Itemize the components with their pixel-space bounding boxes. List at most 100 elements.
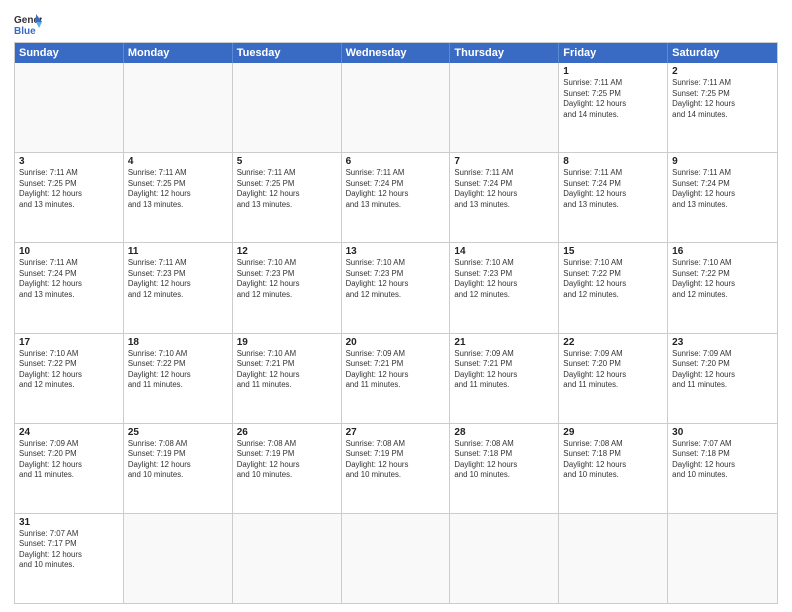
day-info: Sunrise: 7:09 AM Sunset: 7:21 PM Dayligh… (454, 349, 554, 391)
day-info: Sunrise: 7:11 AM Sunset: 7:24 PM Dayligh… (672, 168, 773, 210)
page: General Blue SundayMondayTuesdayWednesda… (0, 0, 792, 612)
calendar: SundayMondayTuesdayWednesdayThursdayFrid… (14, 42, 778, 604)
day-number: 14 (454, 246, 554, 257)
day-info: Sunrise: 7:10 AM Sunset: 7:21 PM Dayligh… (237, 349, 337, 391)
day-info: Sunrise: 7:11 AM Sunset: 7:24 PM Dayligh… (563, 168, 663, 210)
cal-cell-27: 27Sunrise: 7:08 AM Sunset: 7:19 PM Dayli… (342, 424, 451, 513)
cal-cell-18: 18Sunrise: 7:10 AM Sunset: 7:22 PM Dayli… (124, 334, 233, 423)
cal-cell-20: 20Sunrise: 7:09 AM Sunset: 7:21 PM Dayli… (342, 334, 451, 423)
cal-cell-6: 6Sunrise: 7:11 AM Sunset: 7:24 PM Daylig… (342, 153, 451, 242)
day-number: 9 (672, 156, 773, 167)
day-info: Sunrise: 7:10 AM Sunset: 7:22 PM Dayligh… (672, 258, 773, 300)
cal-cell-15: 15Sunrise: 7:10 AM Sunset: 7:22 PM Dayli… (559, 243, 668, 332)
day-info: Sunrise: 7:11 AM Sunset: 7:25 PM Dayligh… (19, 168, 119, 210)
day-info: Sunrise: 7:07 AM Sunset: 7:17 PM Dayligh… (19, 529, 119, 571)
cal-cell-23: 23Sunrise: 7:09 AM Sunset: 7:20 PM Dayli… (668, 334, 777, 423)
day-number: 20 (346, 337, 446, 348)
cal-cell-1: 1Sunrise: 7:11 AM Sunset: 7:25 PM Daylig… (559, 63, 668, 152)
day-number: 15 (563, 246, 663, 257)
cal-cell-29: 29Sunrise: 7:08 AM Sunset: 7:18 PM Dayli… (559, 424, 668, 513)
cal-cell-28: 28Sunrise: 7:08 AM Sunset: 7:18 PM Dayli… (450, 424, 559, 513)
cal-cell-empty-5-6 (668, 514, 777, 603)
day-number: 18 (128, 337, 228, 348)
cal-cell-25: 25Sunrise: 7:08 AM Sunset: 7:19 PM Dayli… (124, 424, 233, 513)
day-info: Sunrise: 7:10 AM Sunset: 7:23 PM Dayligh… (346, 258, 446, 300)
header-cell-saturday: Saturday (668, 43, 777, 63)
header-cell-tuesday: Tuesday (233, 43, 342, 63)
day-info: Sunrise: 7:08 AM Sunset: 7:19 PM Dayligh… (346, 439, 446, 481)
day-number: 11 (128, 246, 228, 257)
day-info: Sunrise: 7:11 AM Sunset: 7:24 PM Dayligh… (346, 168, 446, 210)
day-info: Sunrise: 7:10 AM Sunset: 7:22 PM Dayligh… (19, 349, 119, 391)
day-info: Sunrise: 7:11 AM Sunset: 7:24 PM Dayligh… (454, 168, 554, 210)
cal-cell-9: 9Sunrise: 7:11 AM Sunset: 7:24 PM Daylig… (668, 153, 777, 242)
day-number: 16 (672, 246, 773, 257)
cal-cell-empty-0-3 (342, 63, 451, 152)
logo: General Blue (14, 12, 46, 36)
header-cell-friday: Friday (559, 43, 668, 63)
day-number: 25 (128, 427, 228, 438)
day-number: 30 (672, 427, 773, 438)
day-info: Sunrise: 7:08 AM Sunset: 7:19 PM Dayligh… (237, 439, 337, 481)
week-row-4: 24Sunrise: 7:09 AM Sunset: 7:20 PM Dayli… (15, 423, 777, 513)
day-number: 2 (672, 66, 773, 77)
day-info: Sunrise: 7:11 AM Sunset: 7:24 PM Dayligh… (19, 258, 119, 300)
cal-cell-17: 17Sunrise: 7:10 AM Sunset: 7:22 PM Dayli… (15, 334, 124, 423)
cal-cell-12: 12Sunrise: 7:10 AM Sunset: 7:23 PM Dayli… (233, 243, 342, 332)
day-info: Sunrise: 7:11 AM Sunset: 7:25 PM Dayligh… (128, 168, 228, 210)
day-number: 23 (672, 337, 773, 348)
calendar-header-row: SundayMondayTuesdayWednesdayThursdayFrid… (15, 43, 777, 63)
cal-cell-empty-0-0 (15, 63, 124, 152)
cal-cell-empty-0-1 (124, 63, 233, 152)
cal-cell-empty-5-5 (559, 514, 668, 603)
day-number: 4 (128, 156, 228, 167)
week-row-5: 31Sunrise: 7:07 AM Sunset: 7:17 PM Dayli… (15, 513, 777, 603)
calendar-body: 1Sunrise: 7:11 AM Sunset: 7:25 PM Daylig… (15, 63, 777, 603)
cal-cell-24: 24Sunrise: 7:09 AM Sunset: 7:20 PM Dayli… (15, 424, 124, 513)
header-cell-thursday: Thursday (450, 43, 559, 63)
day-number: 22 (563, 337, 663, 348)
week-row-3: 17Sunrise: 7:10 AM Sunset: 7:22 PM Dayli… (15, 333, 777, 423)
cal-cell-2: 2Sunrise: 7:11 AM Sunset: 7:25 PM Daylig… (668, 63, 777, 152)
day-info: Sunrise: 7:10 AM Sunset: 7:23 PM Dayligh… (454, 258, 554, 300)
cal-cell-16: 16Sunrise: 7:10 AM Sunset: 7:22 PM Dayli… (668, 243, 777, 332)
day-info: Sunrise: 7:10 AM Sunset: 7:23 PM Dayligh… (237, 258, 337, 300)
day-number: 5 (237, 156, 337, 167)
day-info: Sunrise: 7:11 AM Sunset: 7:25 PM Dayligh… (563, 78, 663, 120)
cal-cell-13: 13Sunrise: 7:10 AM Sunset: 7:23 PM Dayli… (342, 243, 451, 332)
cal-cell-10: 10Sunrise: 7:11 AM Sunset: 7:24 PM Dayli… (15, 243, 124, 332)
cal-cell-30: 30Sunrise: 7:07 AM Sunset: 7:18 PM Dayli… (668, 424, 777, 513)
cal-cell-8: 8Sunrise: 7:11 AM Sunset: 7:24 PM Daylig… (559, 153, 668, 242)
day-number: 24 (19, 427, 119, 438)
cal-cell-21: 21Sunrise: 7:09 AM Sunset: 7:21 PM Dayli… (450, 334, 559, 423)
cal-cell-26: 26Sunrise: 7:08 AM Sunset: 7:19 PM Dayli… (233, 424, 342, 513)
cal-cell-empty-5-1 (124, 514, 233, 603)
cal-cell-empty-5-3 (342, 514, 451, 603)
day-info: Sunrise: 7:08 AM Sunset: 7:19 PM Dayligh… (128, 439, 228, 481)
day-info: Sunrise: 7:10 AM Sunset: 7:22 PM Dayligh… (128, 349, 228, 391)
cal-cell-4: 4Sunrise: 7:11 AM Sunset: 7:25 PM Daylig… (124, 153, 233, 242)
day-info: Sunrise: 7:10 AM Sunset: 7:22 PM Dayligh… (563, 258, 663, 300)
header-cell-sunday: Sunday (15, 43, 124, 63)
cal-cell-7: 7Sunrise: 7:11 AM Sunset: 7:24 PM Daylig… (450, 153, 559, 242)
day-number: 21 (454, 337, 554, 348)
day-info: Sunrise: 7:11 AM Sunset: 7:25 PM Dayligh… (237, 168, 337, 210)
week-row-1: 3Sunrise: 7:11 AM Sunset: 7:25 PM Daylig… (15, 152, 777, 242)
day-number: 19 (237, 337, 337, 348)
header: General Blue (14, 12, 778, 36)
day-info: Sunrise: 7:08 AM Sunset: 7:18 PM Dayligh… (563, 439, 663, 481)
day-number: 17 (19, 337, 119, 348)
cal-cell-5: 5Sunrise: 7:11 AM Sunset: 7:25 PM Daylig… (233, 153, 342, 242)
week-row-2: 10Sunrise: 7:11 AM Sunset: 7:24 PM Dayli… (15, 242, 777, 332)
cal-cell-3: 3Sunrise: 7:11 AM Sunset: 7:25 PM Daylig… (15, 153, 124, 242)
day-number: 31 (19, 517, 119, 528)
cal-cell-11: 11Sunrise: 7:11 AM Sunset: 7:23 PM Dayli… (124, 243, 233, 332)
cal-cell-empty-0-2 (233, 63, 342, 152)
day-number: 7 (454, 156, 554, 167)
cal-cell-19: 19Sunrise: 7:10 AM Sunset: 7:21 PM Dayli… (233, 334, 342, 423)
cal-cell-14: 14Sunrise: 7:10 AM Sunset: 7:23 PM Dayli… (450, 243, 559, 332)
cal-cell-31: 31Sunrise: 7:07 AM Sunset: 7:17 PM Dayli… (15, 514, 124, 603)
day-info: Sunrise: 7:09 AM Sunset: 7:20 PM Dayligh… (672, 349, 773, 391)
day-number: 12 (237, 246, 337, 257)
day-info: Sunrise: 7:09 AM Sunset: 7:21 PM Dayligh… (346, 349, 446, 391)
